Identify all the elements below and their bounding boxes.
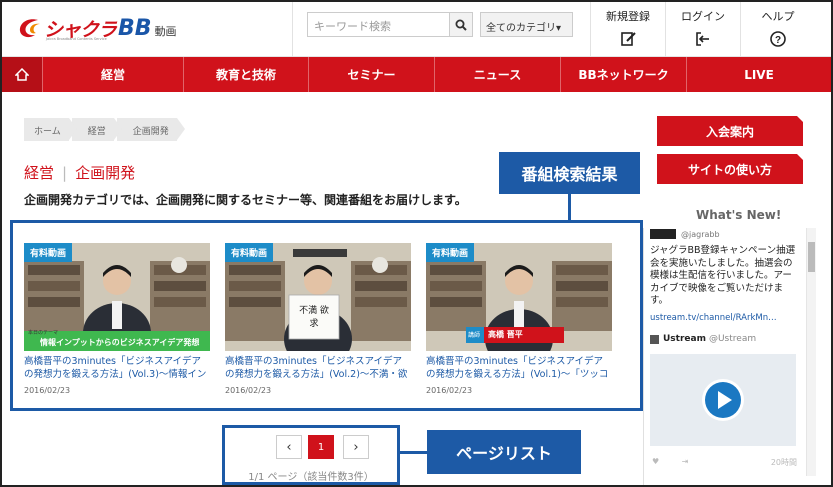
callout-pager: ページリスト xyxy=(427,430,581,474)
program-card[interactable]: 有料動画 本日のテーマ 情報インプットからのビジネスアイデア発想 高橋晋平の3m… xyxy=(24,243,210,395)
breadcrumb-keiei[interactable]: 経営 xyxy=(71,118,122,141)
program-title-link[interactable]: 高橋晋平の3minutes「ビジネスアイデアの発想力を鍛える方法」(Vol.2)… xyxy=(225,355,411,381)
program-title-link[interactable]: 高橋晋平の3minutes「ビジネスアイデアの発想力を鍛える方法」(Vol.3)… xyxy=(24,355,210,381)
site-logo[interactable]: シャクラ BB 動画 Jaicra Broadband Contents Ser… xyxy=(16,10,181,46)
play-icon xyxy=(702,379,744,421)
thumbnail-caption: 情報インプットからのビジネスアイデア発想 xyxy=(40,338,200,347)
paid-badge: 有料動画 xyxy=(225,243,274,262)
logo-bb: BB xyxy=(118,15,152,41)
login-icon xyxy=(696,32,709,46)
signup-link[interactable]: 新規登録 xyxy=(592,8,664,48)
page-description: 企画開発カテゴリでは、企画開発に関するセミナー等、関連番組をお届けします。 xyxy=(24,193,467,207)
pager-callout-connector xyxy=(399,451,427,454)
ustream-author[interactable]: Ustream @Ustream xyxy=(650,334,756,344)
program-card[interactable]: 有料動画 不満 欲求 高橋晋平の3minutes「ビジネスアイデアの発想力を鍛え… xyxy=(225,243,411,395)
breadcrumb-home[interactable]: ホーム xyxy=(24,118,77,141)
breadcrumb: ホーム 経営 企画開発 xyxy=(24,118,185,141)
header-divider xyxy=(665,2,666,57)
pager-info: 1/1 ページ（該当件数3件） xyxy=(248,472,374,483)
help-link[interactable]: ヘルプ ? xyxy=(742,8,814,48)
page-title-sub: 企画開発 xyxy=(75,164,136,182)
callout-connector xyxy=(568,194,571,221)
logo-subtitle: Jaicra Broadband Contents Service xyxy=(46,37,107,41)
program-card[interactable]: 有料動画 講師 高橋 晋平 高橋晋平の3minutes「ビジネスアイデアの発想力… xyxy=(426,243,612,395)
paid-badge: 有料動画 xyxy=(426,243,475,262)
logo-douga: 動画 xyxy=(154,25,177,38)
program-date: 2016/02/23 xyxy=(24,386,71,395)
help-icon: ? xyxy=(770,31,786,47)
program-title-link[interactable]: 高橋晋平の3minutes「ビジネスアイデアの発想力を鍛える方法」(Vol.1)… xyxy=(426,355,612,381)
search-button[interactable] xyxy=(449,12,473,37)
tweet-avatar xyxy=(650,229,676,239)
home-icon xyxy=(15,68,29,81)
login-link[interactable]: ログイン xyxy=(667,8,739,48)
tweet-footer: ♥ ⇥ 20時間 xyxy=(652,457,797,468)
program-thumbnail[interactable]: 有料動画 不満 欲求 xyxy=(225,243,411,351)
signup-label: 新規登録 xyxy=(606,10,650,23)
site-header: シャクラ BB 動画 Jaicra Broadband Contents Ser… xyxy=(2,2,831,57)
program-date: 2016/02/23 xyxy=(225,386,272,395)
share-icon[interactable]: ⇥ xyxy=(682,457,689,466)
nav-kyoiku[interactable]: 教育と技術 xyxy=(183,57,308,92)
nav-live[interactable]: LIVE xyxy=(686,57,831,92)
search-input[interactable]: キーワード検索 xyxy=(307,12,450,37)
paid-badge: 有料動画 xyxy=(24,243,73,262)
feed-scroll-thumb[interactable] xyxy=(808,242,815,272)
page-title-main: 経営 xyxy=(24,164,55,182)
thumbnail-caption-small: 講師 xyxy=(468,332,481,339)
ustream-name: Ustream xyxy=(663,334,706,344)
header-divider xyxy=(590,2,591,57)
logo-swirl-icon xyxy=(19,19,40,38)
header-divider xyxy=(292,2,293,57)
pager-prev-button[interactable]: ‹ xyxy=(276,435,302,459)
nav-news[interactable]: ニュース xyxy=(434,57,560,92)
tweet-handle[interactable]: @jagrabb xyxy=(681,230,720,239)
whats-new-heading: What's New! xyxy=(696,208,782,222)
thumbnail-caption: 高橋 晋平 xyxy=(488,330,523,339)
login-label: ログイン xyxy=(681,10,725,23)
svg-text:?: ? xyxy=(775,35,781,46)
nav-bb-network[interactable]: BBネットワーク xyxy=(560,57,686,92)
breadcrumb-current: 企画開発 xyxy=(116,118,185,141)
tweet-link[interactable]: ustream.tv/channel/RArkMn… xyxy=(650,313,777,323)
pager-page-1[interactable]: 1 xyxy=(308,435,334,459)
program-thumbnail[interactable]: 有料動画 講師 高橋 晋平 xyxy=(426,243,612,351)
page-title-separator: | xyxy=(62,164,68,182)
help-label: ヘルプ xyxy=(761,10,795,23)
header-divider xyxy=(740,2,741,57)
edit-icon xyxy=(621,32,636,46)
thumbnail-caption-small: 本日のテーマ xyxy=(28,330,59,336)
howto-button[interactable]: サイトの使い方 xyxy=(657,154,803,184)
category-select[interactable]: 全てのカテゴリ▾ xyxy=(480,12,573,37)
nav-home[interactable] xyxy=(2,57,42,92)
thumbnail-caption: 不満 欲求 xyxy=(299,306,329,329)
callout-results: 番組検索結果 xyxy=(499,152,640,194)
browser-frame: シャクラ BB 動画 Jaicra Broadband Contents Ser… xyxy=(0,0,833,487)
tweet-text: ジャグラBB登録キャンペーン抽選会を実施いたしました。抽選会の模様は生配信を行い… xyxy=(650,245,796,306)
ustream-avatar-icon xyxy=(650,334,659,344)
main-nav: 経営 教育と技術 セミナー ニュース BBネットワーク LIVE xyxy=(2,57,831,92)
pager-next-button[interactable]: › xyxy=(343,435,369,459)
category-select-label: 全てのカテゴリ xyxy=(486,23,556,34)
program-thumbnail[interactable]: 有料動画 本日のテーマ 情報インプットからのビジネスアイデア発想 xyxy=(24,243,210,351)
ustream-handle: @Ustream xyxy=(708,334,757,344)
nav-keiei[interactable]: 経営 xyxy=(42,57,183,92)
join-button[interactable]: 入会案内 xyxy=(657,116,803,146)
program-date: 2016/02/23 xyxy=(426,386,473,395)
tweet-time: 20時間 xyxy=(770,458,797,467)
ustream-video[interactable] xyxy=(650,354,796,446)
page-title: 経営 | 企画開発 xyxy=(24,162,135,183)
search-icon xyxy=(455,19,467,31)
nav-seminar[interactable]: セミナー xyxy=(308,57,434,92)
dropdown-arrow-icon: ▾ xyxy=(556,23,562,34)
heart-icon[interactable]: ♥ xyxy=(652,457,659,466)
